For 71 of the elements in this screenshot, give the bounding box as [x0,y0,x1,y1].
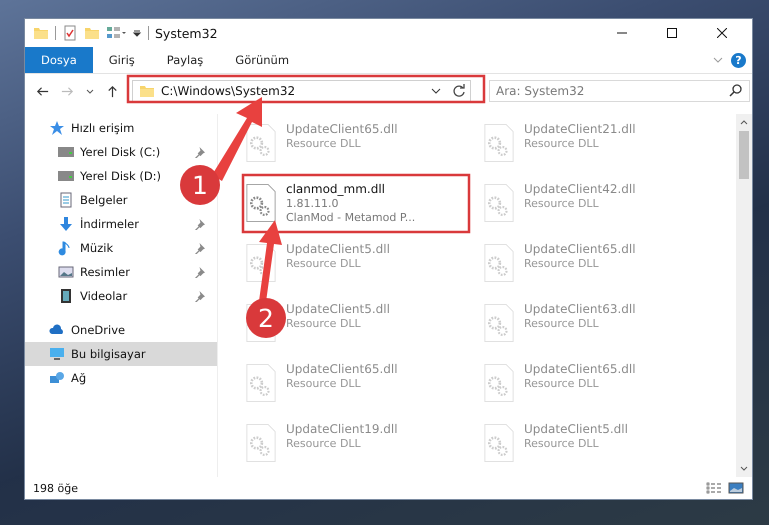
file-detail: Resource DLL [524,377,600,390]
dropdown-caret-icon [431,86,441,96]
file-detail: ClanMod - Metamod P... [286,211,416,224]
sidebar-item[interactable]: OneDrive [25,318,217,342]
folder-icon [33,25,49,41]
gear-file-icon [484,122,514,164]
sidebar-item[interactable]: Müzik [25,236,217,260]
sidebar-item[interactable]: Yerel Disk (D:) [25,164,166,188]
address-path: C:\Windows\System32 [161,84,296,98]
gear-file-icon [484,242,514,284]
ribbon-tab[interactable]: Paylaş [150,47,220,73]
sidebar-item[interactable]: Yerel Disk (C:) [25,140,217,164]
monitor-icon [49,346,65,362]
sidebar-item[interactable]: Resimler [25,260,217,284]
gear-file-icon [246,362,276,404]
large-icons-view-icon [728,480,744,496]
file-detail: Resource DLL [286,317,362,330]
film-icon [58,288,74,304]
file-name[interactable]: clanmod_mm.dll [286,182,416,196]
help-button[interactable]: ? [731,52,746,68]
drive-icon [58,168,74,184]
ribbon-tab[interactable]: Giriş [92,47,151,73]
close-icon [717,28,727,38]
gear-file-icon [484,182,514,224]
new-folder-icon [84,25,100,41]
properties-icon [62,25,78,41]
file-detail: 1.81.11.0 [286,197,340,210]
refresh-icon [450,83,466,99]
search-field[interactable]: Ara: System32 [489,80,750,102]
scrollbar[interactable] [736,114,752,477]
drive-icon [58,144,74,160]
folder-icon [139,83,155,99]
picture-icon [58,264,74,280]
star-icon [49,120,65,136]
gear-file-icon [246,422,276,464]
step-number-badge: 1 [180,165,220,205]
file-detail: Resource DLL [524,317,600,330]
ribbon-tab[interactable]: Görünüm [219,47,306,73]
file-detail: Resource DLL [286,137,362,150]
step-number-badge: 2 [246,298,286,338]
file-detail: Resource DLL [524,197,600,210]
window-title: System32 [155,26,218,40]
gear-file-icon [246,182,276,224]
scrollbar-thumb[interactable] [739,131,749,179]
item-count: 198 öğe [33,482,78,494]
gear-file-icon [246,122,276,164]
file-detail: Resource DLL [524,437,600,450]
sidebar-item[interactable]: İndirmeler [25,212,217,236]
document-icon [58,192,74,208]
file-detail: Resource DLL [286,377,362,390]
gear-file-icon [484,422,514,464]
file-detail: Resource DLL [286,437,362,450]
ribbon-tab[interactable]: Dosya [25,47,93,73]
sidebar-item[interactable]: Belgeler [25,188,132,212]
sidebar-item[interactable]: Ağ [25,366,217,390]
file-detail: Resource DLL [524,137,600,150]
sidebar-item[interactable]: Videolar [25,284,217,308]
dropdown-caret-icon [132,28,142,38]
maximize-icon [667,28,677,38]
file-detail: Resource DLL [286,257,362,270]
view-options-icon [106,25,126,41]
sidebar-item[interactable]: Hızlı erişim [25,116,217,140]
chevron-down-icon [713,55,723,65]
gear-file-icon [484,302,514,344]
down-arrow-icon [58,216,74,232]
refresh-button[interactable] [447,80,471,102]
gear-file-icon [484,362,514,404]
file-detail: Resource DLL [524,257,600,270]
details-view-icon [706,480,722,496]
network-icon [49,370,65,386]
sidebar-item[interactable]: Bu bilgisayar [25,342,217,366]
